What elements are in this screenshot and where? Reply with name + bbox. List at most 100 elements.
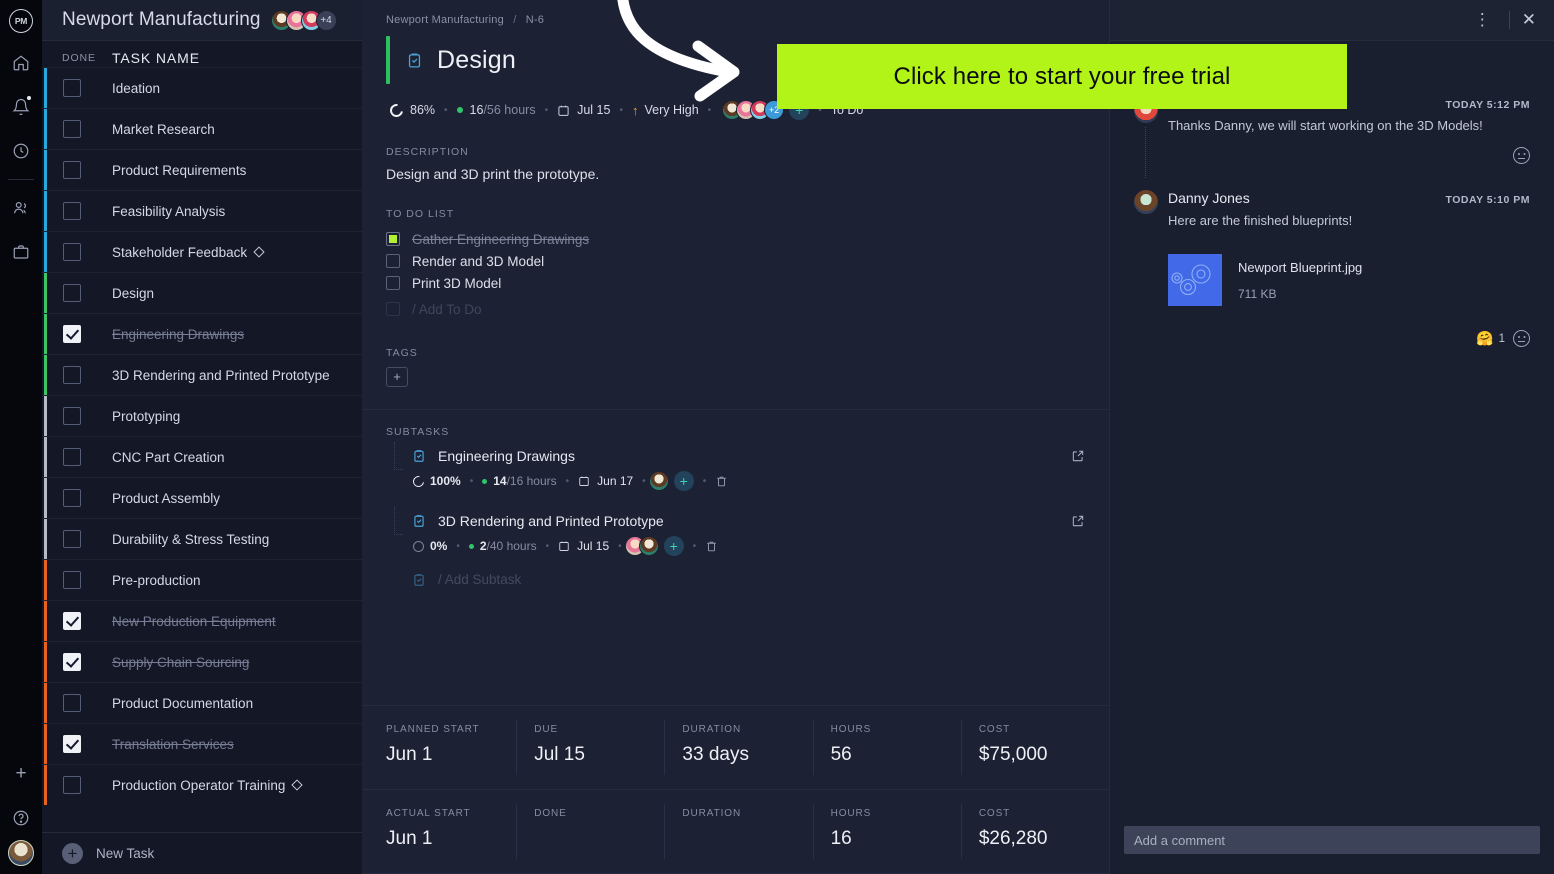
task-row[interactable]: Product Assembly xyxy=(42,477,362,518)
todo-checkbox-icon[interactable] xyxy=(386,254,400,268)
checkbox-icon[interactable] xyxy=(63,161,81,179)
stat-cell[interactable]: COST $26,280 xyxy=(960,790,1109,873)
task-done-cell[interactable] xyxy=(42,79,102,97)
task-title[interactable]: Design xyxy=(437,46,516,75)
checkbox-icon[interactable] xyxy=(63,530,81,548)
task-row[interactable]: New Production Equipment xyxy=(42,600,362,641)
task-done-cell[interactable] xyxy=(42,694,102,712)
task-row[interactable]: Product Requirements xyxy=(42,149,362,190)
task-row[interactable]: Market Research xyxy=(42,108,362,149)
task-done-cell[interactable] xyxy=(42,612,102,630)
task-row[interactable]: Prototyping xyxy=(42,395,362,436)
people-icon[interactable] xyxy=(0,186,42,230)
checkbox-icon[interactable] xyxy=(63,694,81,712)
stat-cell[interactable]: ACTUAL START Jun 1 xyxy=(362,790,516,873)
subtask-add-assignee-button[interactable]: + xyxy=(673,471,694,491)
add-reaction-icon[interactable] xyxy=(1513,147,1530,164)
task-done-cell[interactable] xyxy=(42,325,102,343)
subtask-name[interactable]: 3D Rendering and Printed Prototype xyxy=(438,513,664,529)
task-done-cell[interactable] xyxy=(42,530,102,548)
task-done-cell[interactable] xyxy=(42,776,102,794)
checkbox-icon[interactable] xyxy=(63,120,81,138)
add-reaction-icon[interactable] xyxy=(1513,330,1530,347)
checkbox-icon[interactable] xyxy=(63,407,81,425)
task-done-cell[interactable] xyxy=(42,120,102,138)
task-done-cell[interactable] xyxy=(42,571,102,589)
comment-attachment[interactable]: Newport Blueprint.jpg 711 KB xyxy=(1168,254,1530,306)
checkbox-icon[interactable] xyxy=(63,776,81,794)
checkbox-icon[interactable] xyxy=(63,243,81,261)
stat-cell[interactable]: PLANNED START Jun 1 xyxy=(362,706,516,789)
task-done-cell[interactable] xyxy=(42,161,102,179)
task-row[interactable]: Feasibility Analysis xyxy=(42,190,362,231)
help-icon[interactable] xyxy=(0,796,42,840)
stat-cell[interactable]: HOURS 16 xyxy=(812,790,961,873)
task-done-cell[interactable] xyxy=(42,366,102,384)
project-members-avatars[interactable]: +4 xyxy=(270,9,337,31)
stat-cell[interactable]: DUE Jul 15 xyxy=(516,706,664,789)
todo-item[interactable]: Print 3D Model xyxy=(386,272,1085,294)
comment-input[interactable] xyxy=(1124,826,1540,854)
add-tag-button[interactable]: + xyxy=(386,367,408,387)
checkbox-checked-icon[interactable] xyxy=(63,612,81,630)
add-subtask-row[interactable]: / Add Subtask xyxy=(386,572,1085,587)
task-row[interactable]: Production Operator Training xyxy=(42,764,362,805)
task-row[interactable]: Stakeholder Feedback xyxy=(42,231,362,272)
checkbox-icon[interactable] xyxy=(63,79,81,97)
checkbox-icon[interactable] xyxy=(63,571,81,589)
todo-item[interactable]: Render and 3D Model xyxy=(386,250,1085,272)
more-options-icon[interactable]: ⋮ xyxy=(1464,11,1501,28)
open-subtask-icon[interactable] xyxy=(1071,514,1085,528)
delete-subtask-icon[interactable] xyxy=(705,540,718,553)
task-row[interactable]: Design xyxy=(42,272,362,313)
stat-cell[interactable]: DURATION 33 days xyxy=(664,706,812,789)
avatar-overflow-count[interactable]: +4 xyxy=(315,9,337,31)
checkbox-icon[interactable] xyxy=(63,284,81,302)
task-row[interactable]: Product Documentation xyxy=(42,682,362,723)
task-done-cell[interactable] xyxy=(42,489,102,507)
notifications-icon[interactable] xyxy=(0,85,42,129)
task-done-cell[interactable] xyxy=(42,202,102,220)
task-row[interactable]: Ideation xyxy=(42,67,362,108)
checkbox-icon[interactable] xyxy=(63,489,81,507)
add-todo-row[interactable]: / Add To Do xyxy=(386,297,1085,321)
new-task-button[interactable]: + New Task xyxy=(42,832,362,874)
priority-indicator[interactable]: ↑ Very High xyxy=(632,103,699,118)
task-row[interactable]: 3D Rendering and Printed Prototype xyxy=(42,354,362,395)
task-done-cell[interactable] xyxy=(42,407,102,425)
task-row[interactable]: Translation Services xyxy=(42,723,362,764)
task-done-cell[interactable] xyxy=(42,243,102,261)
task-done-cell[interactable] xyxy=(42,448,102,466)
todo-checkbox-checked-icon[interactable] xyxy=(386,232,400,246)
subtask-add-assignee-button[interactable]: + xyxy=(663,536,684,556)
free-trial-banner[interactable]: Click here to start your free trial xyxy=(777,44,1347,109)
subtask-item[interactable]: 3D Rendering and Printed Prototype 0% • 2/4… xyxy=(386,507,1085,556)
progress-indicator[interactable]: 86% xyxy=(387,100,435,120)
checkbox-icon[interactable] xyxy=(63,448,81,466)
time-icon[interactable] xyxy=(0,129,42,173)
delete-subtask-icon[interactable] xyxy=(715,475,728,488)
checkbox-icon[interactable] xyxy=(63,202,81,220)
add-icon[interactable]: + xyxy=(0,752,42,796)
task-row[interactable]: Durability & Stress Testing xyxy=(42,518,362,559)
current-user-avatar[interactable] xyxy=(8,840,34,866)
portfolio-icon[interactable] xyxy=(0,230,42,274)
task-done-cell[interactable] xyxy=(42,653,102,671)
stat-cell[interactable]: COST $75,000 xyxy=(960,706,1109,789)
open-subtask-icon[interactable] xyxy=(1071,449,1085,463)
hug-emoji-reaction[interactable]: 🤗 xyxy=(1476,330,1493,347)
home-icon[interactable] xyxy=(0,41,42,85)
attachment-thumbnail[interactable] xyxy=(1168,254,1222,306)
checkbox-checked-icon[interactable] xyxy=(63,735,81,753)
subtask-name[interactable]: Engineering Drawings xyxy=(438,448,575,464)
due-date-indicator[interactable]: Jul 15 xyxy=(557,103,610,117)
app-logo[interactable]: PM xyxy=(0,0,42,41)
close-icon[interactable]: ✕ xyxy=(1518,10,1540,30)
subtask-item[interactable]: Engineering Drawings 100% • 14/16 hours • Jun… xyxy=(386,442,1085,491)
task-row[interactable]: Supply Chain Sourcing xyxy=(42,641,362,682)
checkbox-checked-icon[interactable] xyxy=(63,325,81,343)
stat-cell[interactable]: HOURS 56 xyxy=(812,706,961,789)
todo-checkbox-icon[interactable] xyxy=(386,276,400,290)
breadcrumb-project[interactable]: Newport Manufacturing xyxy=(386,14,504,26)
task-done-cell[interactable] xyxy=(42,735,102,753)
